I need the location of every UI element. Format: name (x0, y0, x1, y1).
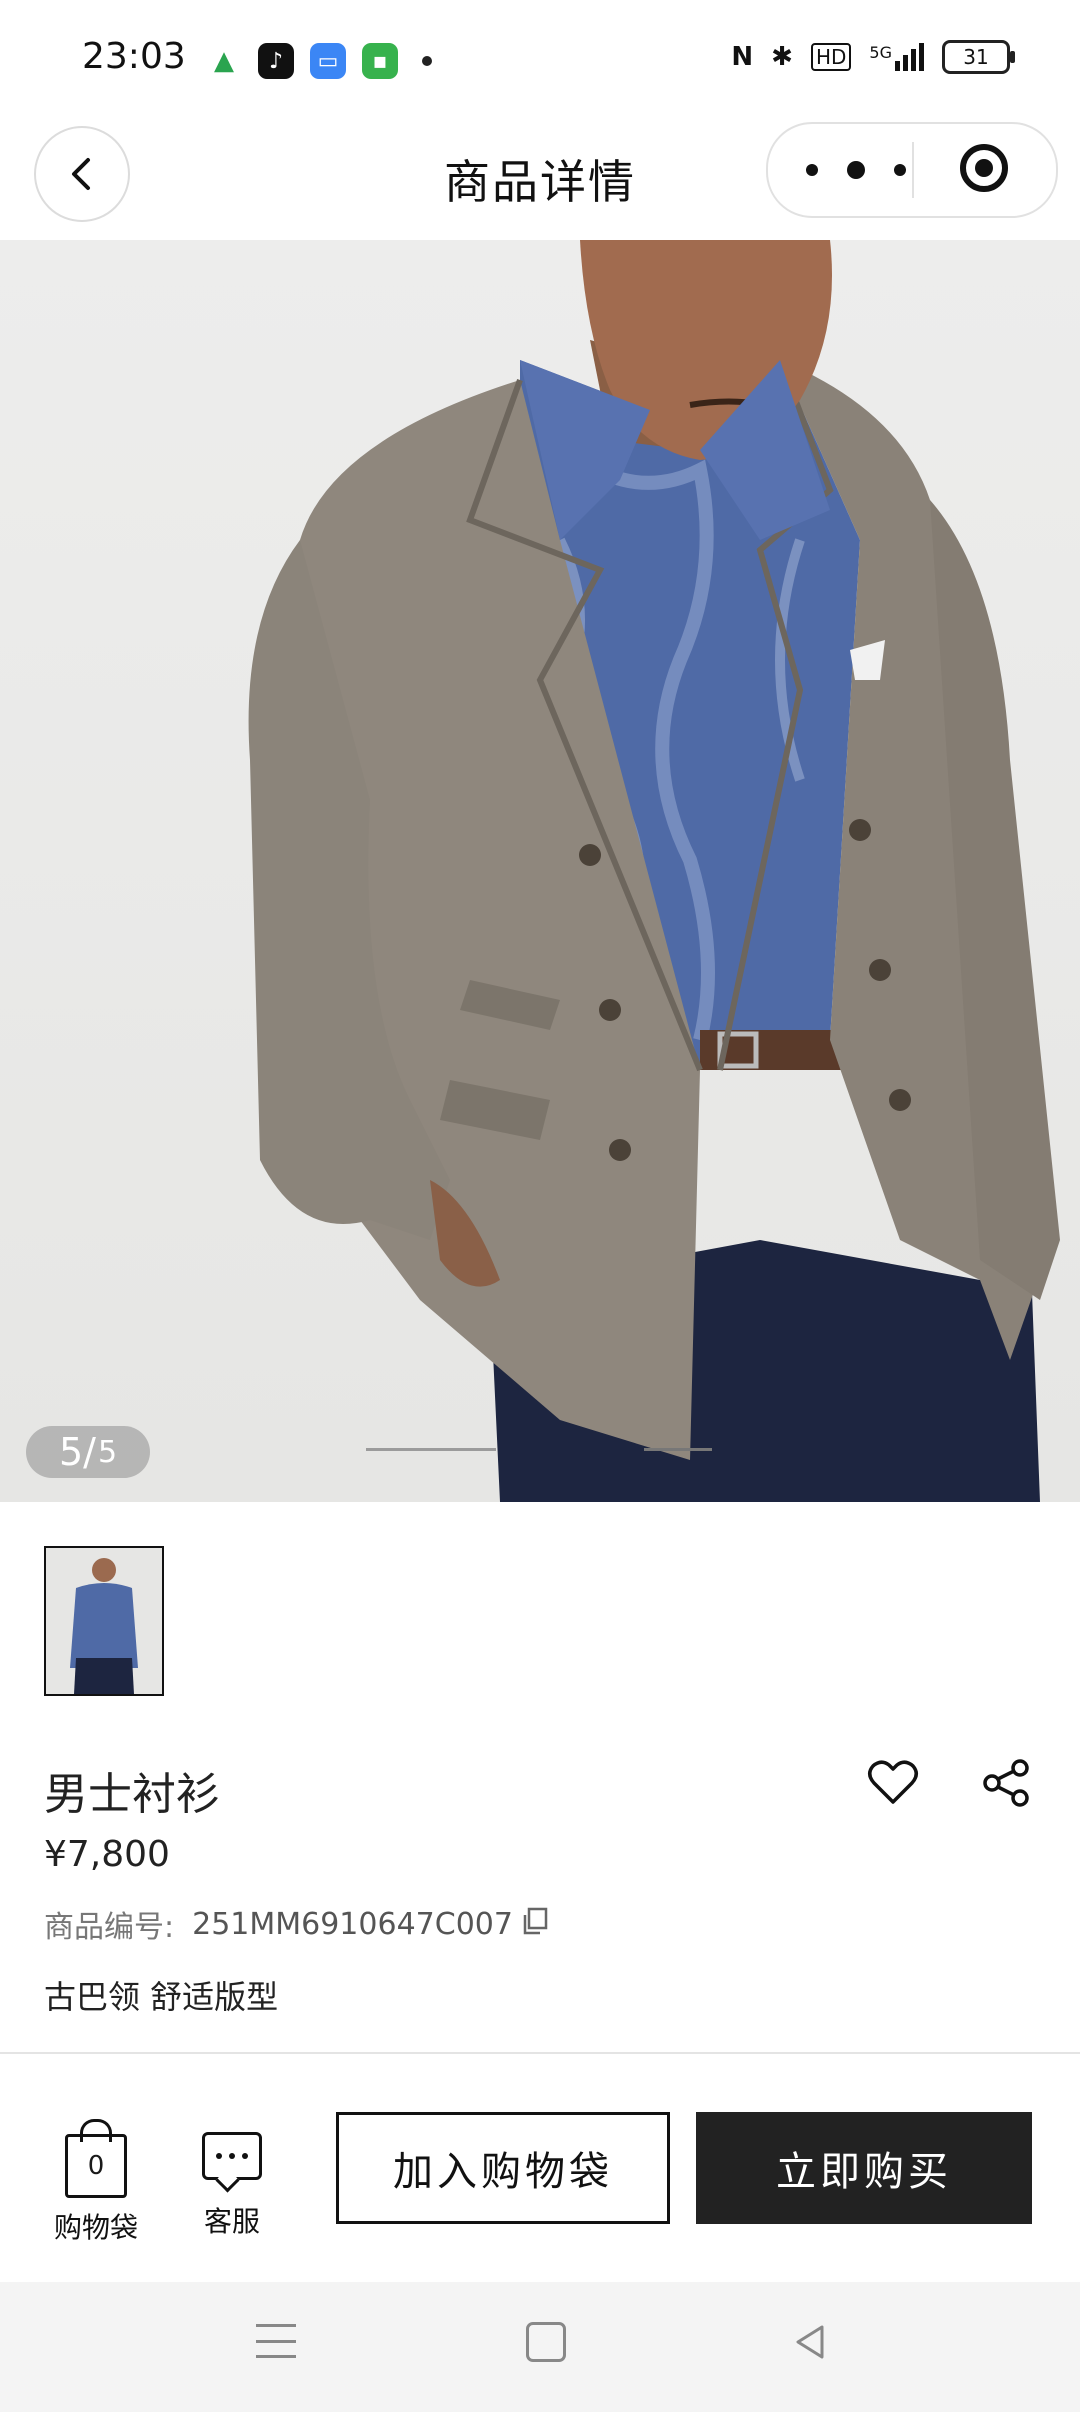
thumbnail-photo (46, 1548, 162, 1694)
buy-now-button[interactable]: 立即购买 (696, 2112, 1032, 2224)
chevron-left-icon (72, 158, 90, 190)
hd-icon: HD (810, 43, 852, 71)
status-time: 23:03 (82, 36, 186, 77)
customer-service-label: 客服 (203, 2205, 260, 2238)
product-image-carousel[interactable]: 5/5 (0, 240, 1080, 1502)
home-icon[interactable] (526, 2322, 566, 2362)
share-icon[interactable] (980, 1756, 1034, 1810)
system-icons: N ✱ HD 5G 31 (731, 40, 1015, 74)
recent-apps-icon[interactable] (256, 2324, 296, 2358)
sku-label: 商品编号: (44, 1910, 175, 1945)
sku-value: 251MM6910647C007 (192, 1906, 513, 1942)
bluetooth-icon: ✱ (771, 42, 793, 72)
system-nav-bar (0, 2282, 1080, 2412)
more-dots-icon[interactable] (806, 150, 906, 190)
image-counter-separator: / (83, 1430, 96, 1474)
files-icon: ▭ (310, 43, 346, 79)
system-back-icon[interactable] (790, 2322, 830, 2362)
image-counter-current: 5 (58, 1430, 84, 1474)
battery-icon: 31 (942, 40, 1015, 74)
tiktok-icon: ♪ (258, 43, 294, 79)
favorite-heart-icon[interactable] (866, 1756, 920, 1810)
app-notification-icon: ▲ (214, 46, 234, 76)
battery-level: 31 (963, 45, 989, 69)
image-counter: 5/5 (26, 1426, 150, 1478)
product-photo (248, 240, 1060, 1502)
image-counter-total: 5 (97, 1434, 118, 1470)
signal-icon: 5G (869, 43, 924, 71)
bag-count: 0 (87, 2151, 105, 2181)
product-features: 古巴领 舒适版型 (44, 1978, 279, 2016)
notification-icons: ▲ ♪ ▭ ▪ (206, 42, 432, 80)
slide-track (366, 1448, 496, 1451)
product-name: 男士衬衫 (44, 1769, 220, 1820)
target-icon[interactable] (960, 144, 1008, 192)
image-thumbnail[interactable] (44, 1546, 164, 1696)
capsule-divider (912, 142, 914, 198)
status-bar: 23:03 ▲ ♪ ▭ ▪ N ✱ HD 5G 31 (0, 0, 1080, 120)
more-notifications-dot (422, 56, 432, 66)
customer-service-button[interactable]: 客服 (184, 2124, 280, 2240)
shopping-bag-label: 购物袋 (53, 2211, 138, 2244)
slide-active-indicator (644, 1448, 712, 1451)
nav-bar: 商品详情 (0, 120, 1080, 240)
wallet-icon: ▪ (362, 43, 398, 79)
section-divider (0, 2052, 1080, 2054)
nfc-icon: N (731, 42, 754, 72)
shopping-bag-button[interactable]: 0 购物袋 (48, 2119, 144, 2246)
add-to-cart-button[interactable]: 加入购物袋 (336, 2112, 670, 2224)
mini-program-capsule (766, 122, 1058, 218)
network-type: 5G (869, 43, 892, 62)
copy-icon[interactable] (520, 1906, 550, 1936)
chat-icon (202, 2132, 262, 2180)
shopping-bag-icon: 0 (65, 2119, 127, 2198)
product-sku: 商品编号: 251MM6910647C007 (44, 1902, 513, 1946)
product-price: ¥7,800 (44, 1834, 170, 1875)
back-button[interactable] (34, 126, 130, 222)
